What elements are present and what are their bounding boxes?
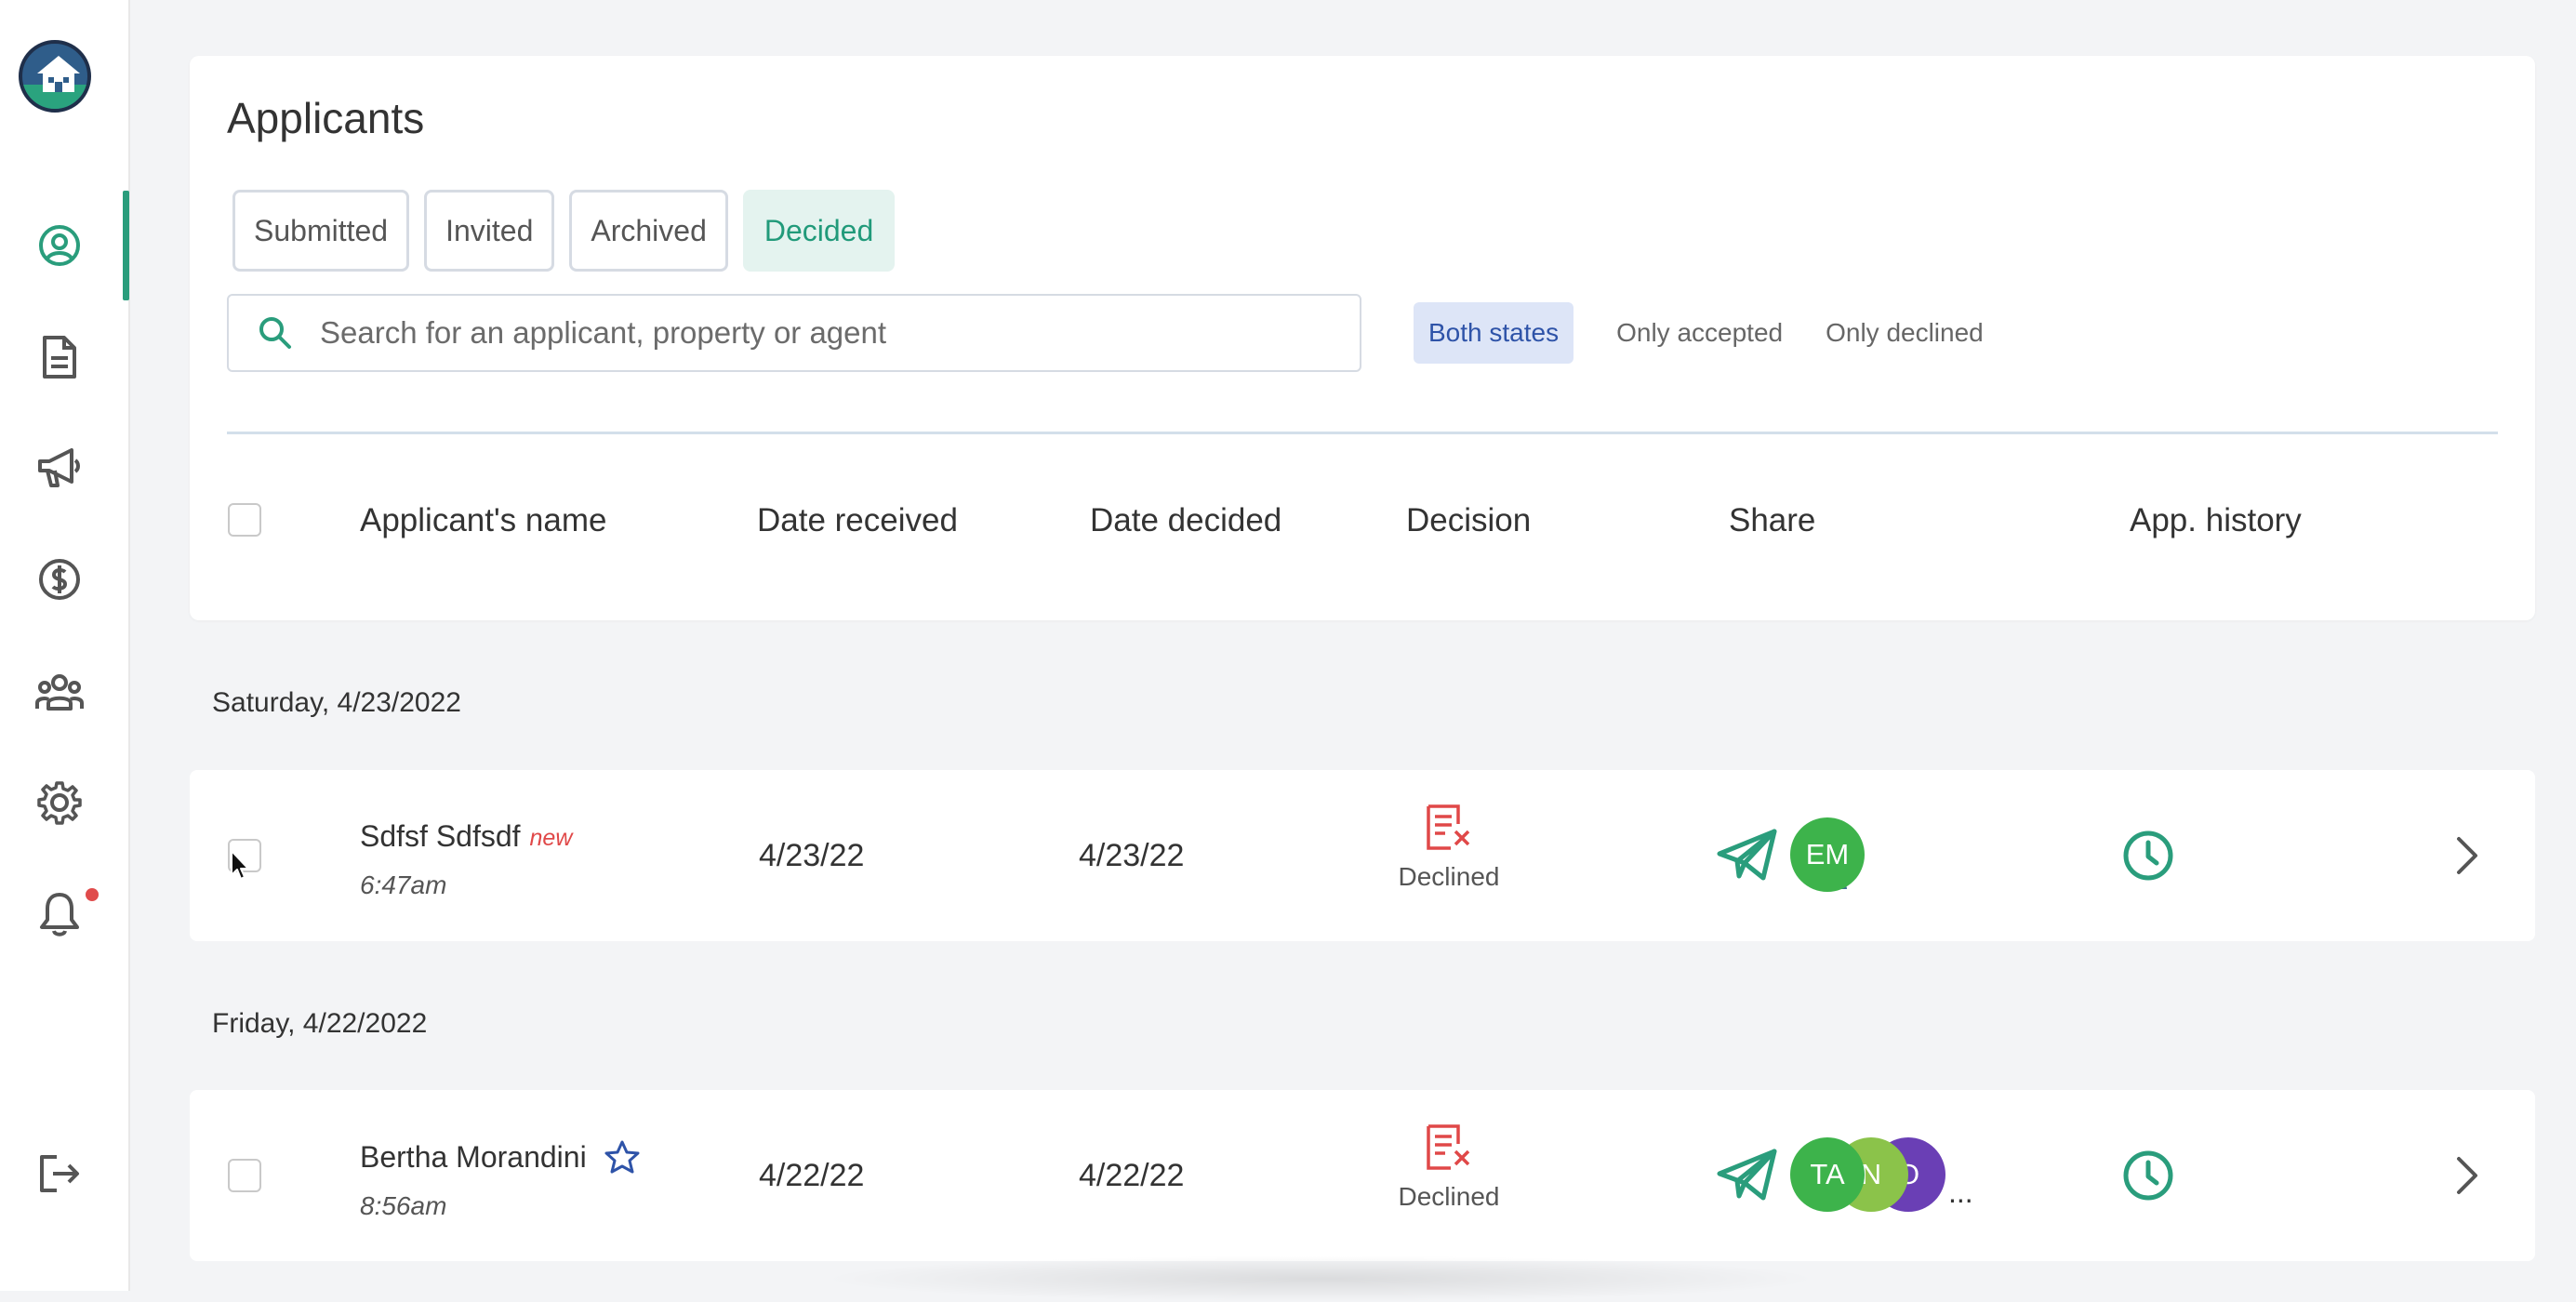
filter-only-declined[interactable]: Only declined xyxy=(1811,302,1998,364)
send-share-button[interactable] xyxy=(1717,828,1778,886)
sidebar xyxy=(0,0,130,1291)
megaphone-icon xyxy=(38,448,80,487)
column-header-name[interactable]: Applicant's name xyxy=(360,502,606,539)
column-header-date-received[interactable]: Date received xyxy=(757,502,958,539)
notification-dot xyxy=(86,888,99,901)
sidebar-item-marketing[interactable] xyxy=(26,434,93,501)
column-header-app-history: App. history xyxy=(2130,502,2302,538)
bell-icon xyxy=(40,893,79,937)
sidebar-item-payments[interactable] xyxy=(26,546,93,613)
search-box xyxy=(227,294,1361,372)
decision-label: Declined xyxy=(1398,1182,1500,1211)
user-circle-icon xyxy=(39,225,80,266)
page-title: Applicants xyxy=(227,94,425,142)
decision-status: Declined xyxy=(1388,804,1509,892)
app-history-button[interactable] xyxy=(2122,1149,2174,1206)
tab-submitted[interactable]: Submitted xyxy=(232,190,410,272)
clock-icon xyxy=(2123,1150,2173,1201)
applicant-name-text: Bertha Morandini xyxy=(360,1139,587,1174)
table-row[interactable] xyxy=(190,770,2535,941)
decision-filter: Both states Only accepted Only declined xyxy=(1414,302,1998,364)
chevron-right-icon xyxy=(2457,1157,2477,1194)
avatar-ta[interactable]: TA xyxy=(1790,1137,1865,1212)
new-badge: new xyxy=(529,825,573,851)
column-header-decision[interactable]: Decision xyxy=(1406,502,1531,539)
column-header-date-decided[interactable]: Date decided xyxy=(1090,502,1281,539)
tab-invited[interactable]: Invited xyxy=(424,190,555,272)
submitted-time: 8:56am xyxy=(360,1191,447,1220)
filter-both-states[interactable]: Both states xyxy=(1414,302,1574,364)
row-open-chevron[interactable] xyxy=(2455,835,2479,881)
submitted-time: 6:47am xyxy=(360,870,447,899)
more-avatars-indicator[interactable]: ... xyxy=(1948,1176,1973,1210)
send-share-button[interactable] xyxy=(1717,1148,1778,1206)
decision-label: Declined xyxy=(1398,862,1500,891)
chevron-right-icon xyxy=(2457,837,2477,874)
date-decided: 4/23/22 xyxy=(1079,838,1185,873)
tab-archived[interactable]: Archived xyxy=(569,190,728,272)
logout-icon xyxy=(40,1155,79,1192)
date-received: 4/23/22 xyxy=(759,838,865,873)
date-received: 4/22/22 xyxy=(759,1158,865,1193)
sidebar-item-applicants[interactable] xyxy=(26,212,93,279)
house-icon xyxy=(37,56,80,92)
sidebar-item-documents[interactable] xyxy=(26,324,93,391)
paper-plane-icon xyxy=(1717,1149,1777,1201)
declined-document-icon xyxy=(1427,804,1470,850)
applicant-name-text: Sdfsf Sdfsdf xyxy=(360,819,521,853)
app-history-button[interactable] xyxy=(2122,830,2174,886)
scroll-shadow xyxy=(818,1256,1823,1302)
paper-plane-icon xyxy=(1717,829,1777,881)
row-checkbox[interactable] xyxy=(228,1159,261,1192)
row-open-chevron[interactable] xyxy=(2455,1155,2479,1201)
clock-icon xyxy=(2123,830,2173,881)
search-input[interactable] xyxy=(318,314,1326,352)
date-decided: 4/22/22 xyxy=(1079,1158,1185,1193)
mouse-cursor-icon xyxy=(231,850,249,880)
applicant-name[interactable]: Bertha Morandini xyxy=(360,1139,641,1175)
active-indicator xyxy=(123,191,129,300)
sidebar-item-notifications[interactable] xyxy=(26,881,93,948)
dollar-circle-icon xyxy=(39,559,80,600)
header-divider xyxy=(227,432,2498,434)
search-icon xyxy=(257,314,294,352)
filter-only-accepted[interactable]: Only accepted xyxy=(1601,302,1798,364)
gear-icon xyxy=(37,781,82,825)
declined-document-icon xyxy=(1427,1124,1470,1170)
avatar-em[interactable]: EM xyxy=(1790,817,1865,892)
sidebar-item-team[interactable] xyxy=(26,658,93,725)
sidebar-item-settings[interactable] xyxy=(26,769,93,836)
document-icon xyxy=(43,336,76,379)
status-tabs: Submitted Invited Archived Decided xyxy=(232,190,896,272)
table-row[interactable] xyxy=(190,1090,2535,1261)
column-header-share: Share xyxy=(1729,502,1816,538)
tab-decided[interactable]: Decided xyxy=(742,190,896,272)
group-date-label: Saturday, 4/23/2022 xyxy=(212,687,461,718)
star-icon[interactable] xyxy=(604,1139,641,1175)
app-logo[interactable] xyxy=(19,40,91,113)
group-date-label: Friday, 4/22/2022 xyxy=(212,1008,428,1039)
select-all-checkbox[interactable] xyxy=(228,503,261,537)
decision-status: Declined xyxy=(1388,1123,1509,1212)
sidebar-item-logout[interactable] xyxy=(26,1140,93,1207)
people-group-icon xyxy=(35,674,84,711)
applicant-name[interactable]: Sdfsf Sdfsdf new xyxy=(360,819,572,854)
